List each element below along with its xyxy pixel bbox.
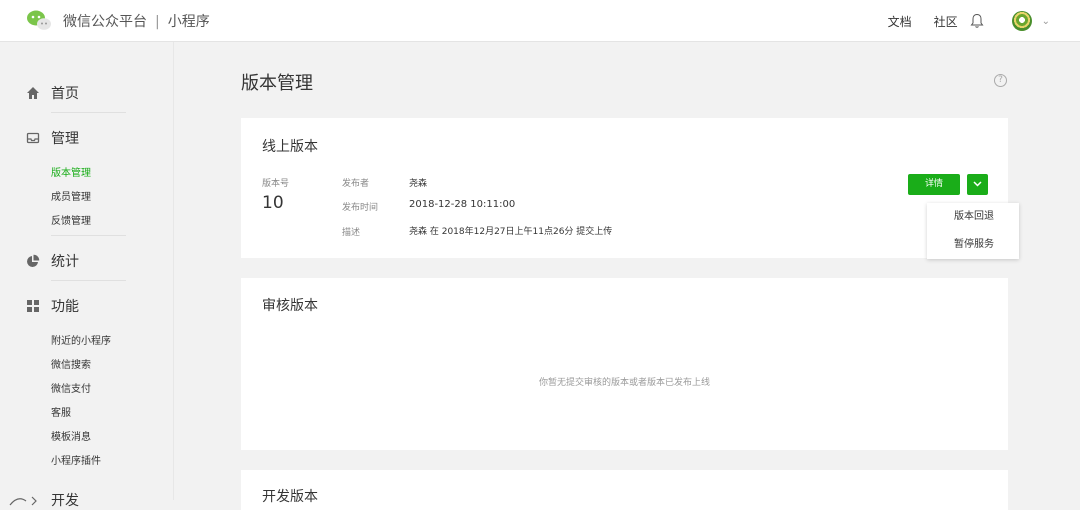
sidebar-item-label: 管理 bbox=[51, 131, 79, 147]
sidebar-item-home[interactable]: 首页 bbox=[26, 83, 79, 103]
dev-version-card: 开发版本 bbox=[241, 470, 1008, 510]
detail-button[interactable]: 详情 bbox=[908, 174, 960, 195]
sidebar-item-member-manage[interactable]: 成员管理 bbox=[51, 188, 91, 203]
online-version-card: 线上版本 版本号 10 发布者 尧森 发布时间 2018-12-28 10:11… bbox=[241, 118, 1008, 258]
community-link[interactable]: 社区 bbox=[934, 13, 958, 30]
wechat-logo-icon[interactable] bbox=[26, 9, 52, 31]
sidebar-item-wechat-search[interactable]: 微信搜索 bbox=[51, 356, 91, 371]
sidebar-item-template-message[interactable]: 模板消息 bbox=[51, 428, 91, 443]
card-title: 线上版本 bbox=[262, 139, 318, 155]
top-bar: 微信公众平台 | 小程序 文档 社区 ⌄ bbox=[0, 0, 1080, 42]
grid-icon bbox=[27, 300, 39, 312]
sidebar-divider bbox=[51, 235, 126, 236]
card-title: 开发版本 bbox=[262, 489, 318, 505]
brand-title: 微信公众平台 | 小程序 bbox=[63, 11, 210, 31]
sidebar-item-miniprogram-plugin[interactable]: 小程序插件 bbox=[51, 452, 101, 467]
help-icon[interactable]: ? bbox=[994, 74, 1007, 87]
home-icon bbox=[27, 87, 39, 99]
bell-icon[interactable] bbox=[970, 13, 984, 29]
sidebar-item-develop[interactable]: 开发 bbox=[8, 490, 79, 510]
chevron-down-icon bbox=[973, 181, 982, 187]
product-name: 小程序 bbox=[167, 14, 210, 30]
sidebar-divider bbox=[51, 280, 126, 281]
develop-icon bbox=[9, 496, 37, 506]
menu-item-rollback[interactable]: 版本回退 bbox=[927, 203, 1019, 231]
pie-chart-icon bbox=[27, 254, 40, 267]
description-value: 尧森 在 2018年12月27日上午11点26分 提交上传 bbox=[409, 227, 613, 237]
sidebar-item-label: 统计 bbox=[51, 254, 79, 270]
menu-item-pause-service[interactable]: 暂停服务 bbox=[927, 231, 1019, 259]
sidebar-item-label: 开发 bbox=[51, 493, 79, 509]
chevron-down-icon[interactable]: ⌄ bbox=[1042, 16, 1050, 27]
scrollbar[interactable] bbox=[1072, 42, 1080, 500]
publisher-value: 尧森 bbox=[409, 179, 428, 189]
sidebar-divider bbox=[51, 112, 126, 113]
brand-name: 微信公众平台 bbox=[63, 14, 147, 30]
sidebar-item-manage[interactable]: 管理 bbox=[26, 128, 79, 148]
sidebar-item-stats[interactable]: 统计 bbox=[26, 251, 79, 271]
publish-time-label: 发布时间 bbox=[342, 203, 379, 213]
sidebar-item-wechat-pay[interactable]: 微信支付 bbox=[51, 380, 91, 395]
brand-separator: | bbox=[155, 14, 160, 30]
sidebar-item-feedback-manage[interactable]: 反馈管理 bbox=[51, 212, 91, 227]
sidebar-item-customer-service[interactable]: 客服 bbox=[51, 404, 71, 419]
page-title: 版本管理 bbox=[241, 73, 313, 94]
card-title: 审核版本 bbox=[262, 298, 318, 314]
version-number-value: 10 bbox=[262, 193, 284, 213]
publisher-label: 发布者 bbox=[342, 179, 370, 189]
top-right-actions: 文档 社区 ⌄ bbox=[888, 0, 1050, 42]
docs-link[interactable]: 文档 bbox=[888, 13, 912, 30]
version-number-label: 版本号 bbox=[262, 179, 290, 189]
sidebar: 首页 管理 版本管理 成员管理 反馈管理 统计 功能 附近的小程序 微信搜索 微… bbox=[0, 42, 174, 509]
review-version-card: 审核版本 你暂无提交审核的版本或者版本已发布上线 bbox=[241, 278, 1008, 450]
inbox-icon bbox=[26, 132, 40, 144]
sidebar-item-features[interactable]: 功能 bbox=[26, 296, 79, 316]
sidebar-item-nearby-miniprogram[interactable]: 附近的小程序 bbox=[51, 332, 111, 347]
description-label: 描述 bbox=[342, 228, 361, 238]
avatar[interactable] bbox=[1011, 11, 1032, 31]
sidebar-item-version-manage[interactable]: 版本管理 bbox=[51, 164, 91, 179]
more-actions-button[interactable] bbox=[967, 174, 988, 195]
sidebar-item-label: 功能 bbox=[51, 299, 79, 315]
sidebar-item-label: 首页 bbox=[51, 86, 79, 102]
publish-time-value: 2018-12-28 10:11:00 bbox=[409, 199, 516, 210]
empty-state-text: 你暂无提交审核的版本或者版本已发布上线 bbox=[538, 378, 710, 388]
version-actions-menu: 版本回退 暂停服务 bbox=[927, 203, 1019, 259]
